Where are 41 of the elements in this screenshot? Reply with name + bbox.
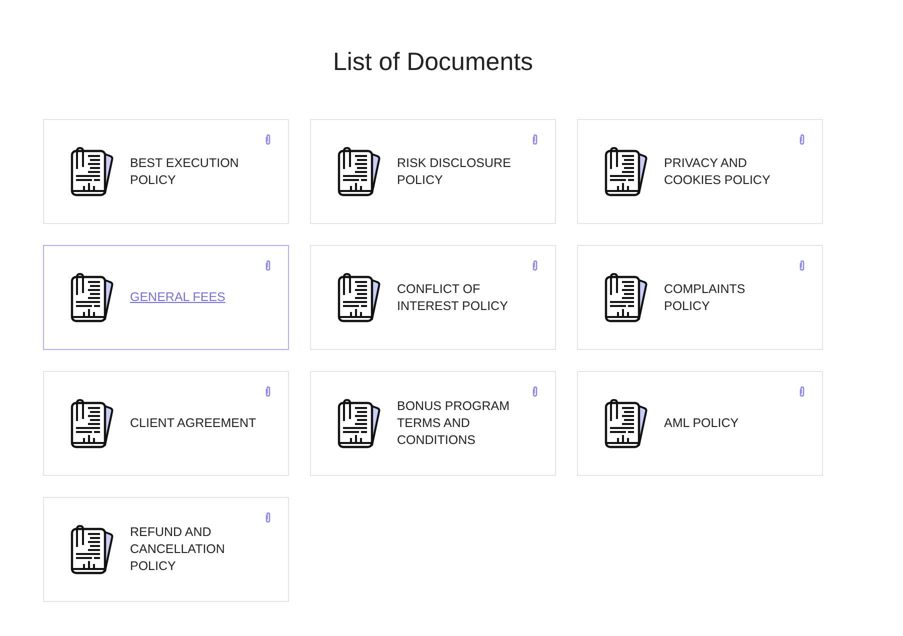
- document-card[interactable]: CONFLICT OF INTEREST POLICY: [310, 245, 556, 350]
- paperclip-icon: [799, 260, 805, 271]
- document-icon: [70, 398, 116, 448]
- paperclip-icon: [532, 386, 538, 397]
- document-link[interactable]: BONUS PROGRAM TERMS AND CONDITIONS: [397, 398, 527, 449]
- paperclip-icon: [799, 386, 805, 397]
- paperclip-icon: [265, 260, 271, 271]
- document-card[interactable]: REFUND AND CANCELLATION POLICY: [43, 497, 289, 602]
- document-link[interactable]: GENERAL FEES: [130, 289, 260, 306]
- paperclip-icon: [265, 512, 271, 523]
- document-icon: [337, 146, 383, 196]
- document-card[interactable]: GENERAL FEES: [43, 245, 289, 350]
- document-link[interactable]: RISK DISCLOSURE POLICY: [397, 154, 527, 188]
- document-link[interactable]: AML POLICY: [664, 415, 794, 432]
- document-icon: [604, 272, 650, 322]
- document-card[interactable]: COMPLAINTS POLICY: [577, 245, 823, 350]
- paperclip-icon: [532, 134, 538, 145]
- document-card[interactable]: PRIVACY AND COOKIES POLICY: [577, 119, 823, 224]
- paperclip-icon: [799, 134, 805, 145]
- document-card[interactable]: AML POLICY: [577, 371, 823, 476]
- document-link[interactable]: CLIENT AGREEMENT: [130, 415, 260, 432]
- document-card[interactable]: RISK DISCLOSURE POLICY: [310, 119, 556, 224]
- document-icon: [604, 398, 650, 448]
- document-icon: [337, 272, 383, 322]
- paperclip-icon: [265, 134, 271, 145]
- document-link[interactable]: REFUND AND CANCELLATION POLICY: [130, 524, 260, 575]
- document-link[interactable]: COMPLAINTS POLICY: [664, 280, 794, 314]
- paperclip-icon: [532, 260, 538, 271]
- document-card[interactable]: BEST EXECUTION POLICY: [43, 119, 289, 224]
- document-icon: [70, 524, 116, 574]
- document-icon: [70, 272, 116, 322]
- document-link[interactable]: CONFLICT OF INTEREST POLICY: [397, 280, 527, 314]
- document-icon: [337, 398, 383, 448]
- document-link[interactable]: BEST EXECUTION POLICY: [130, 154, 260, 188]
- document-icon: [604, 146, 650, 196]
- document-icon: [70, 146, 116, 196]
- document-link[interactable]: PRIVACY AND COOKIES POLICY: [664, 154, 794, 188]
- paperclip-icon: [265, 386, 271, 397]
- document-card[interactable]: CLIENT AGREEMENT: [43, 371, 289, 476]
- document-card[interactable]: BONUS PROGRAM TERMS AND CONDITIONS: [310, 371, 556, 476]
- page-title: List of Documents: [332, 48, 534, 77]
